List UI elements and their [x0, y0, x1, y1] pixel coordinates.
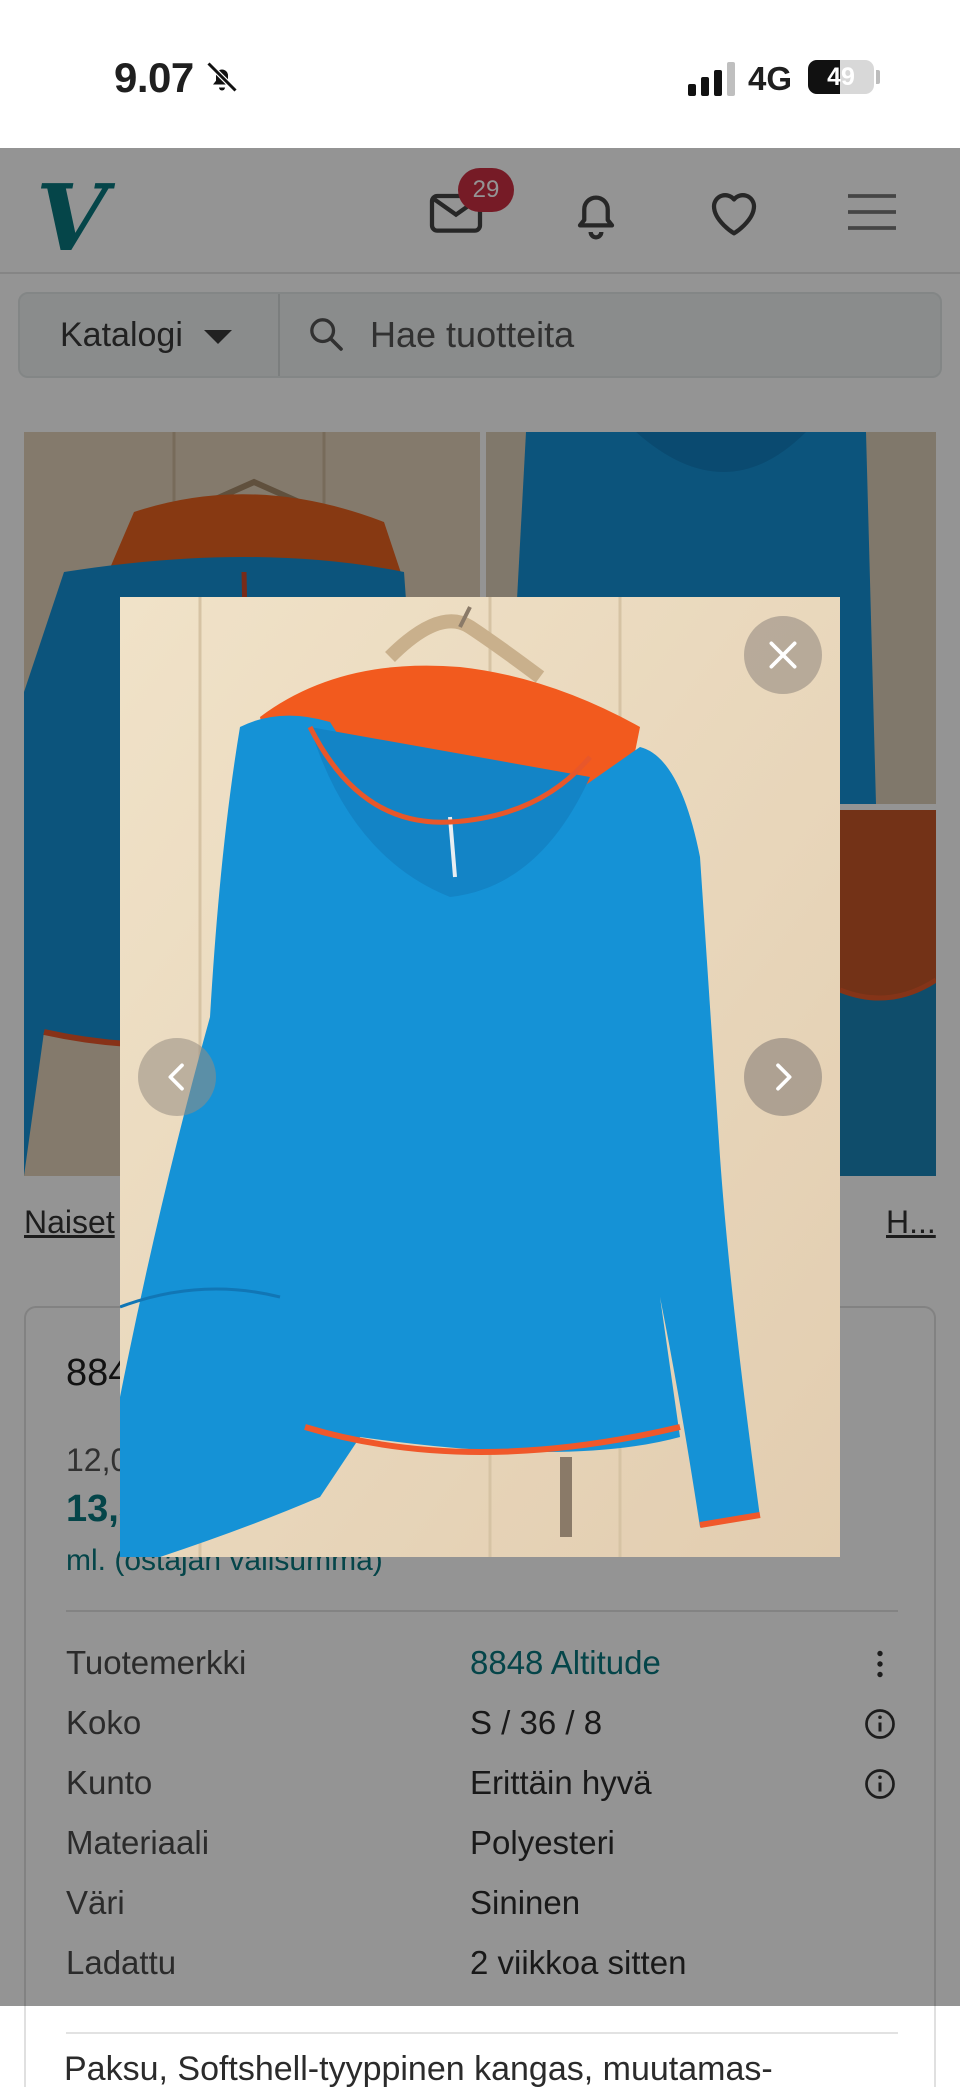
close-button[interactable]	[744, 616, 822, 694]
item-description: Paksu, Softshell-tyyppinen kangas, muuta…	[64, 2050, 773, 2087]
image-lightbox	[120, 597, 840, 1557]
bell-off-icon	[206, 61, 238, 93]
chevron-left-icon	[168, 1063, 184, 1091]
battery-tip	[876, 70, 880, 84]
previous-image-button[interactable]	[138, 1038, 216, 1116]
divider	[66, 2032, 898, 2034]
chevron-right-icon	[776, 1063, 792, 1091]
battery-level: 49	[827, 63, 855, 91]
lightbox-jacket-image	[120, 597, 840, 1557]
next-image-button[interactable]	[744, 1038, 822, 1116]
signal-icon	[688, 62, 735, 96]
battery-icon: 49	[808, 60, 874, 94]
status-bar: 9.07 4G 49	[0, 0, 960, 148]
status-time: 9.07	[114, 54, 194, 101]
network-type: 4G	[748, 60, 793, 97]
close-icon	[769, 641, 797, 669]
